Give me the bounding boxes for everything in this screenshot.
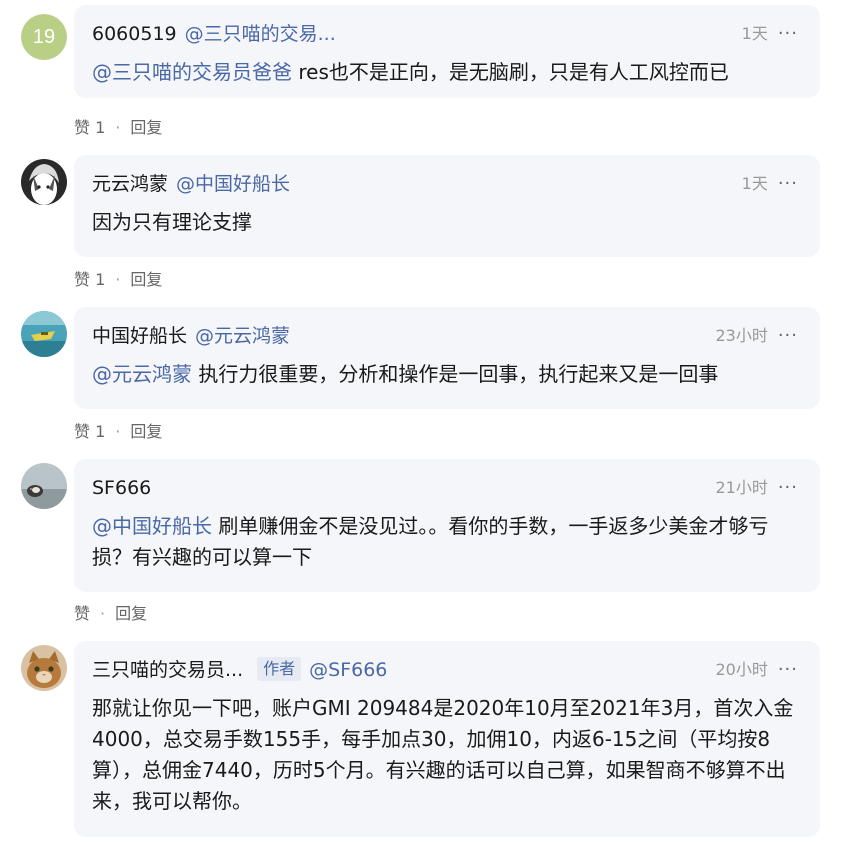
comment-body: res也不是正向，是无脑刷，只是有人工风控而已 bbox=[292, 60, 729, 84]
comment-text: @三只喵的交易员爸爸 res也不是正向，是无脑刷，只是有人工风控而已 bbox=[92, 57, 798, 88]
reply-button[interactable]: 回复 bbox=[115, 602, 147, 626]
reply-to-mention[interactable]: @中国好船长 bbox=[176, 173, 290, 195]
action-separator: · bbox=[115, 422, 121, 441]
timestamp: 1天 bbox=[741, 174, 768, 193]
username[interactable]: 三只喵的交易员... bbox=[92, 659, 243, 681]
reply-to-mention[interactable]: @元云鸿蒙 bbox=[195, 325, 290, 347]
mention-link[interactable]: @中国好船长 bbox=[92, 514, 212, 538]
avatar[interactable] bbox=[21, 159, 67, 205]
comment-actions: 赞 1 · 回复 bbox=[74, 268, 162, 292]
author-badge: 作者 bbox=[257, 657, 302, 681]
reply-to-mention[interactable]: @SF666 bbox=[309, 659, 387, 681]
reply-button[interactable]: 回复 bbox=[130, 420, 162, 444]
cat-avatar-image bbox=[21, 645, 67, 691]
more-options-icon[interactable]: ··· bbox=[778, 473, 798, 503]
comment-meta: 20小时 ··· bbox=[715, 655, 798, 685]
like-button[interactable]: 赞 1 bbox=[74, 116, 105, 140]
comment-body: 执行力很重要，分析和操作是一回事，执行起来又是一回事 bbox=[192, 362, 719, 386]
comment-bubble: SF666 21小时 ··· @中国好船长 刷单赚佣金不是没见过。。看你的手数，一… bbox=[74, 459, 820, 592]
comment-header: SF666 21小时 ··· bbox=[92, 473, 798, 503]
comment-bubble: 中国好船长 @元云鸿蒙 23小时 ··· @元云鸿蒙 执行力很重要，分析和操作是一回… bbox=[74, 307, 820, 409]
avatar-initials: 19 bbox=[21, 14, 67, 60]
comment-text: 那就让你见一下吧，账户GMI 209484是2020年10月至2021年3月，首… bbox=[92, 693, 798, 817]
comment-text: @中国好船长 刷单赚佣金不是没见过。。看你的手数，一手返多少美金才够亏损？有兴趣… bbox=[92, 511, 798, 573]
username[interactable]: 6060519 bbox=[92, 23, 177, 45]
reply-button[interactable]: 回复 bbox=[130, 268, 162, 292]
action-separator: · bbox=[100, 604, 106, 623]
action-separator: · bbox=[115, 118, 121, 137]
comment-actions: 赞 1 · 回复 bbox=[74, 116, 162, 140]
timestamp: 21小时 bbox=[715, 478, 768, 497]
comment-header: 三只喵的交易员... 作者 @SF666 20小时 ··· bbox=[92, 655, 798, 685]
mention-link[interactable]: @元云鸿蒙 bbox=[92, 362, 192, 386]
reply-to-mention[interactable]: @三只喵的交易... bbox=[185, 23, 336, 45]
like-button[interactable]: 赞 bbox=[74, 602, 90, 626]
avatar[interactable] bbox=[21, 311, 67, 357]
comment-bubble: 6060519 @三只喵的交易... 1天 ··· @三只喵的交易员爸爸 res也不… bbox=[74, 5, 820, 98]
like-button[interactable]: 赞 1 bbox=[74, 268, 105, 292]
timestamp: 20小时 bbox=[715, 660, 768, 679]
comment-actions: 赞 1 · 回复 bbox=[74, 420, 162, 444]
avatar[interactable] bbox=[21, 463, 67, 509]
cat-photo-avatar-image bbox=[21, 463, 67, 509]
comment-text: 因为只有理论支撑 bbox=[92, 207, 798, 238]
comment-meta: 21小时 ··· bbox=[715, 473, 798, 503]
action-separator: · bbox=[115, 270, 121, 289]
comment-bubble: 三只喵的交易员... 作者 @SF666 20小时 ··· 那就让你见一下吧，账户GM… bbox=[74, 641, 820, 837]
comment-header: 6060519 @三只喵的交易... 1天 ··· bbox=[92, 19, 798, 49]
more-options-icon[interactable]: ··· bbox=[778, 19, 798, 49]
more-options-icon[interactable]: ··· bbox=[778, 655, 798, 685]
comment-header: 中国好船长 @元云鸿蒙 23小时 ··· bbox=[92, 321, 798, 351]
avatar[interactable]: 19 bbox=[21, 14, 67, 60]
more-options-icon[interactable]: ··· bbox=[778, 169, 798, 199]
username[interactable]: 中国好船长 bbox=[92, 325, 187, 347]
reply-button[interactable]: 回复 bbox=[130, 116, 162, 140]
like-button[interactable]: 赞 1 bbox=[74, 420, 105, 444]
comment-body: 那就让你见一下吧，账户GMI 209484是2020年10月至2021年3月，首… bbox=[92, 696, 794, 813]
mention-link[interactable]: @三只喵的交易员爸爸 bbox=[92, 60, 292, 84]
more-options-icon[interactable]: ··· bbox=[778, 321, 798, 351]
comment-meta: 1天 ··· bbox=[742, 169, 798, 199]
anime-avatar-image bbox=[21, 159, 67, 205]
comment-text: @元云鸿蒙 执行力很重要，分析和操作是一回事，执行起来又是一回事 bbox=[92, 359, 798, 390]
comment-meta: 1天 ··· bbox=[742, 19, 798, 49]
comment-header: 元云鸿蒙 @中国好船长 1天 ··· bbox=[92, 169, 798, 199]
avatar[interactable] bbox=[21, 645, 67, 691]
comment-actions: 赞 · 回复 bbox=[74, 602, 147, 626]
username[interactable]: 元云鸿蒙 bbox=[92, 173, 168, 195]
username[interactable]: SF666 bbox=[92, 477, 151, 499]
comment-body: 因为只有理论支撑 bbox=[92, 210, 252, 234]
timestamp: 23小时 bbox=[715, 326, 768, 345]
comment-bubble: 元云鸿蒙 @中国好船长 1天 ··· 因为只有理论支撑 bbox=[74, 155, 820, 257]
timestamp: 1天 bbox=[741, 24, 768, 43]
comment-meta: 23小时 ··· bbox=[715, 321, 798, 351]
boat-avatar-image bbox=[21, 311, 67, 357]
